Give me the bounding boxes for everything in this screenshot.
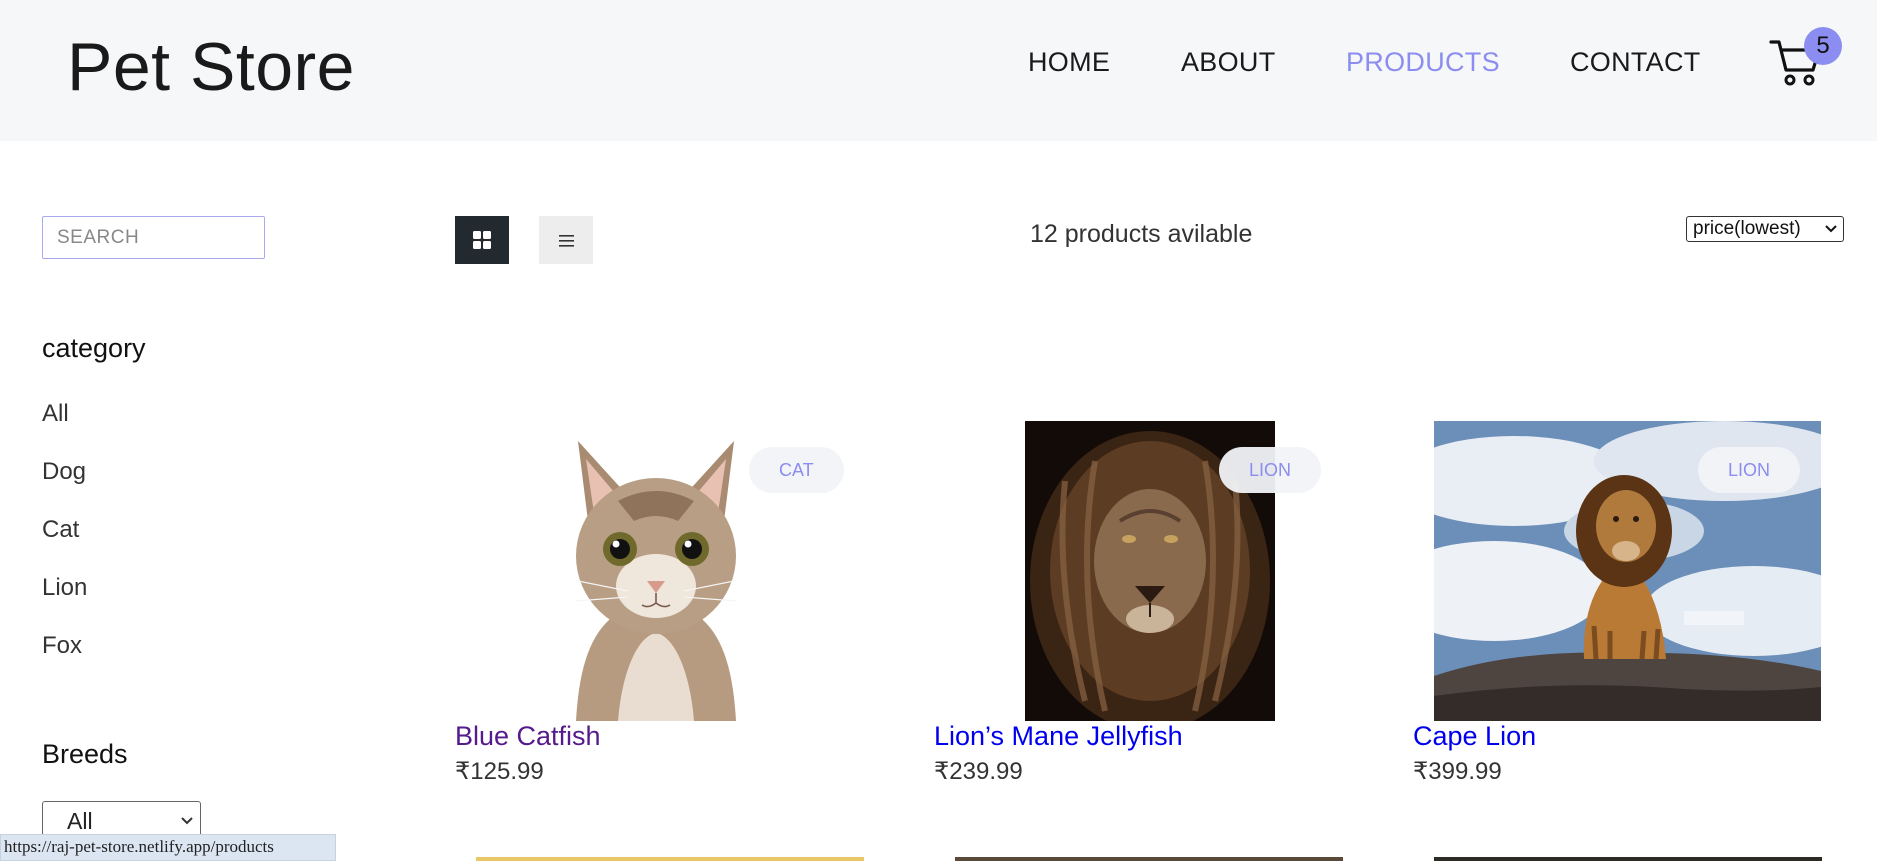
category-cat[interactable]: Cat [42, 516, 79, 544]
product-card[interactable]: LION Cape Lion ₹399.99 [1413, 421, 1833, 791]
product-price: ₹239.99 [934, 758, 1023, 785]
logo[interactable]: Pet Store [67, 28, 355, 106]
product-price: ₹399.99 [1413, 758, 1502, 785]
page: Pet Store HOME ABOUT PRODUCTS CONTACT 5 … [0, 0, 1877, 861]
list-view-button[interactable] [539, 216, 593, 264]
product-name[interactable]: Lion’s Mane Jellyfish [934, 721, 1183, 752]
product-image[interactable] [558, 421, 754, 721]
product-name[interactable]: Cape Lion [1413, 721, 1536, 752]
category-all[interactable]: All [42, 400, 69, 428]
category-heading: category [42, 333, 146, 363]
category-tag: LION [1698, 447, 1801, 493]
category-fox[interactable]: Fox [42, 632, 82, 660]
product-price: ₹125.99 [455, 758, 544, 785]
product-card[interactable]: CAT Blue Catfish ₹125.99 [455, 421, 875, 791]
grid-icon [473, 231, 491, 249]
breeds-select-value: All [67, 808, 93, 834]
sort-select-value: price(lowest) [1693, 218, 1801, 239]
category-tag: LION [1219, 447, 1322, 493]
nav-contact[interactable]: CONTACT [1570, 47, 1701, 78]
category-dog[interactable]: Dog [42, 458, 86, 486]
nav-home[interactable]: HOME [1028, 47, 1110, 78]
status-url: https://raj-pet-store.netlify.app/produc… [0, 834, 336, 861]
product-image[interactable] [1434, 857, 1822, 861]
product-card[interactable]: LION Lion’s Mane Jellyfish ₹239.99 [934, 421, 1354, 791]
category-tag: CAT [749, 447, 844, 493]
product-image[interactable] [955, 857, 1343, 861]
product-image[interactable] [476, 857, 864, 861]
list-icon [559, 235, 574, 247]
chevron-down-icon [1825, 217, 1837, 247]
category-lion[interactable]: Lion [42, 574, 87, 602]
product-name[interactable]: Blue Catfish [455, 721, 601, 752]
search-input[interactable] [42, 216, 265, 259]
nav-products[interactable]: PRODUCTS [1346, 47, 1500, 78]
cart-count-badge: 5 [1804, 27, 1842, 65]
product-count: 12 products avilable [1030, 220, 1253, 248]
breeds-heading: Breeds [42, 739, 128, 769]
sort-select[interactable]: price(lowest) [1686, 216, 1844, 242]
header: Pet Store HOME ABOUT PRODUCTS CONTACT 5 [0, 0, 1877, 141]
nav-about[interactable]: ABOUT [1181, 47, 1276, 78]
grid-view-button[interactable] [455, 216, 509, 264]
